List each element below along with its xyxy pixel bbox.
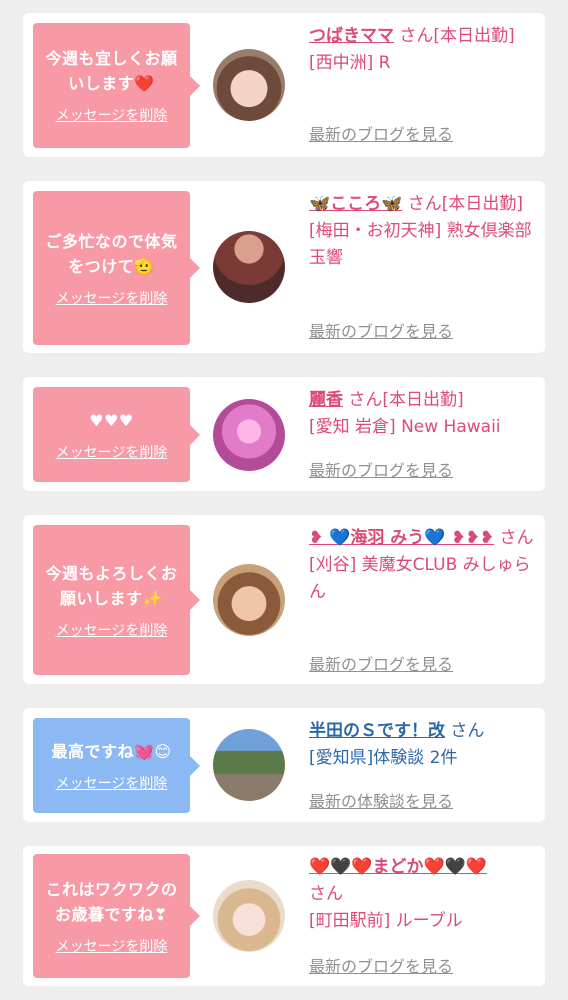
latest-reviews-link[interactable]: 最新の体験談を見る (309, 788, 453, 812)
message-text: ♥♥♥ (89, 410, 134, 430)
honorific: さん (348, 390, 383, 410)
message-text: 最高ですね💓😊 (51, 741, 172, 761)
honorific: さん (499, 528, 534, 548)
profile-info: ❤️🖤❤️まどか❤️🖤❤️ さん [町田駅前] ルーブル (309, 854, 535, 935)
status: [本日出勤] (382, 390, 464, 410)
delete-message-link[interactable]: メッセージを削除 (56, 936, 168, 956)
avatar[interactable] (213, 880, 285, 952)
latest-blog-link[interactable]: 最新のブログを見る (309, 457, 453, 481)
avatar[interactable] (213, 399, 285, 471)
message-bubble: これはワクワクのお歳暮ですね❣ メッセージを削除 (33, 854, 200, 978)
delete-message-link[interactable]: メッセージを削除 (56, 288, 168, 308)
delete-message-link[interactable]: メッセージを削除 (56, 442, 168, 462)
latest-blog-link[interactable]: 最新のブログを見る (309, 651, 453, 675)
message-bubble: 今週も宜しくお願いします❤️ メッセージを削除 (33, 23, 200, 148)
message-bubble: 最高ですね💓😊 メッセージを削除 (33, 718, 200, 813)
latest-blog-link[interactable]: 最新のブログを見る (309, 318, 453, 342)
message-text: ご多忙なので体気をつけて🫡 (45, 231, 178, 276)
profile-info: つばきママ さん[本日出勤] [西中洲] R (309, 23, 535, 77)
profile-name-link[interactable]: ❥ 💙海羽 みう💙 ❥❥❥ (309, 528, 494, 548)
status: [本日出勤] (433, 26, 515, 46)
avatar[interactable] (213, 564, 285, 636)
message-card: ♥♥♥ メッセージを削除 麗香 さん[本日出勤] [愛知 岩倉] New Haw… (23, 377, 545, 491)
honorific: さん (407, 194, 442, 214)
message-card: 最高ですね💓😊 メッセージを削除 半田のＳです！改 さん [愛知県]体験談 2件… (23, 708, 545, 822)
message-bubble: ご多忙なので体気をつけて🫡 メッセージを削除 (33, 191, 200, 345)
message-bubble: ♥♥♥ メッセージを削除 (33, 387, 200, 482)
profile-name-link[interactable]: 半田のＳです！改 (309, 721, 445, 741)
avatar[interactable] (213, 231, 285, 303)
delete-message-link[interactable]: メッセージを削除 (56, 620, 168, 640)
message-bubble: 今週もよろしくお願いします✨ メッセージを削除 (33, 525, 200, 675)
profile-name-link[interactable]: 🦋こころ🦋 (309, 194, 402, 214)
avatar[interactable] (213, 49, 285, 121)
delete-message-link[interactable]: メッセージを削除 (56, 105, 168, 125)
honorific: さん (309, 884, 343, 904)
shop-info: [梅田・お初天神] 熟女倶楽部 玉響 (309, 221, 532, 268)
status: [本日出勤] (441, 194, 524, 214)
message-text: これはワクワクのお歳暮ですね❣ (45, 879, 178, 924)
shop-info: [愛知 岩倉] New Hawaii (309, 417, 501, 437)
profile-name-link[interactable]: つばきママ (309, 26, 394, 46)
shop-info: [町田駅前] ルーブル (309, 911, 463, 931)
latest-blog-link[interactable]: 最新のブログを見る (309, 953, 453, 977)
profile-name-link[interactable]: 麗香 (309, 390, 343, 410)
message-text: 今週も宜しくお願いします❤️ (45, 49, 178, 93)
honorific: さん (399, 26, 434, 46)
delete-message-link[interactable]: メッセージを削除 (56, 773, 168, 793)
latest-blog-link[interactable]: 最新のブログを見る (309, 121, 453, 145)
shop-info: [刈谷] 美魔女CLUB みしゅらん (309, 555, 531, 602)
message-card: 今週もよろしくお願いします✨ メッセージを削除 ❥ 💙海羽 みう💙 ❥❥❥ さん… (23, 515, 545, 684)
message-card: 今週も宜しくお願いします❤️ メッセージを削除 つばきママ さん[本日出勤] [… (23, 13, 545, 157)
message-card: ご多忙なので体気をつけて🫡 メッセージを削除 🦋こころ🦋 さん[本日出勤] [梅… (23, 181, 545, 353)
profile-info: 麗香 さん[本日出勤] [愛知 岩倉] New Hawaii (309, 387, 535, 441)
avatar[interactable] (213, 729, 285, 801)
profile-info: ❥ 💙海羽 みう💙 ❥❥❥ さん [刈谷] 美魔女CLUB みしゅらん (309, 525, 535, 606)
message-card: これはワクワクのお歳暮ですね❣ メッセージを削除 ❤️🖤❤️まどか❤️🖤❤️ さ… (23, 846, 545, 986)
message-text: 今週もよろしくお願いします✨ (45, 563, 178, 608)
honorific: さん (450, 721, 485, 741)
profile-name-link[interactable]: ❤️🖤❤️まどか❤️🖤❤️ (309, 857, 487, 877)
shop-info: [愛知県]体験談 2件 (309, 748, 458, 768)
profile-info: 🦋こころ🦋 さん[本日出勤] [梅田・お初天神] 熟女倶楽部 玉響 (309, 191, 535, 272)
shop-info: [西中洲] R (309, 53, 391, 73)
profile-info: 半田のＳです！改 さん [愛知県]体験談 2件 (309, 718, 535, 772)
